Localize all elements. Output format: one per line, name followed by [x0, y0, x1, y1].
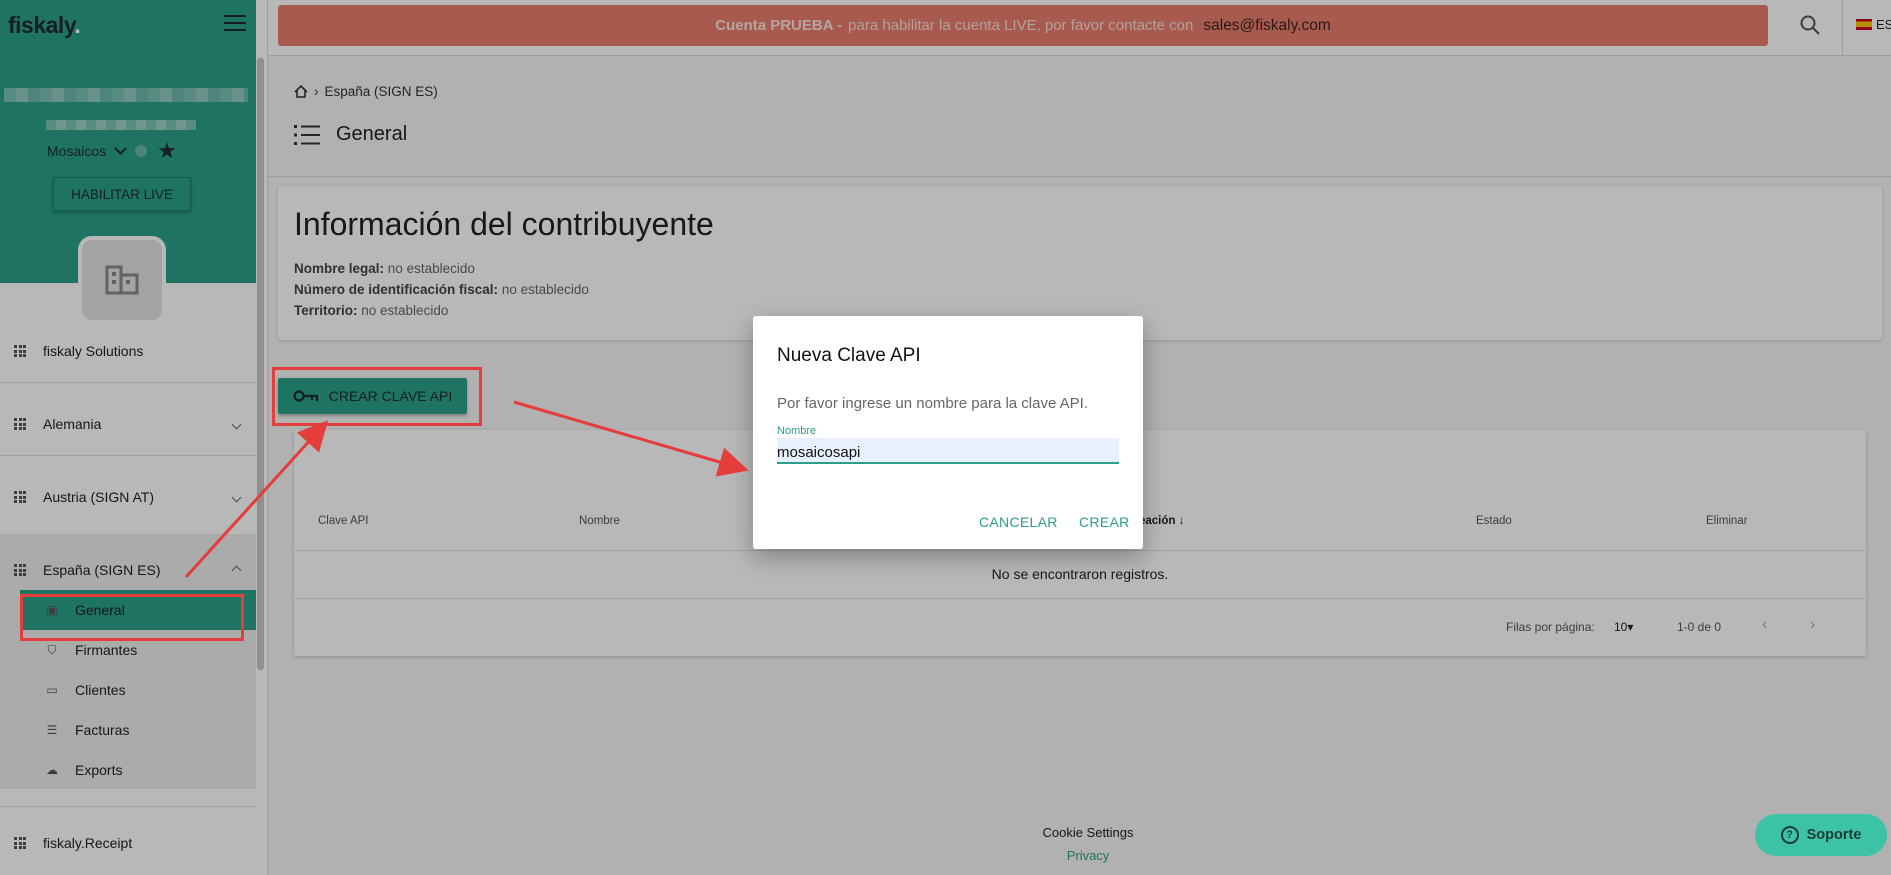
annotation-arrow-to-button: [184, 420, 329, 579]
annotation-arrows: [184, 400, 749, 579]
annotation-arrow-to-dialog: [513, 400, 749, 477]
